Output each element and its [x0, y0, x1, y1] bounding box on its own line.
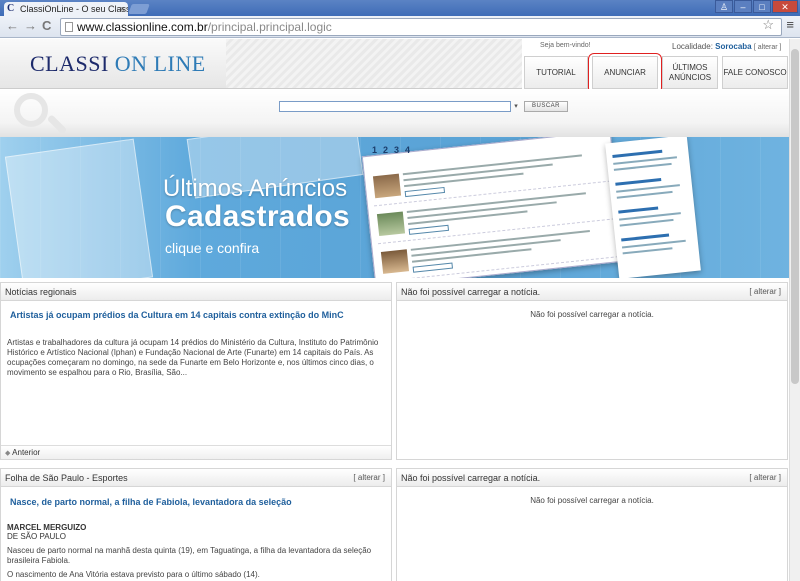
- banner-title-line1: Últimos Anúncios: [163, 175, 348, 202]
- pager-4[interactable]: 4: [405, 145, 410, 155]
- page-viewport: CLASSI ON LINE Seja bem-vindo! Localidad…: [0, 39, 789, 581]
- menu-fale-label: FALE CONOSCO: [723, 67, 787, 77]
- menu-ultimos-anuncios[interactable]: ÚLTIMOS ANÚNCIOS: [662, 56, 718, 89]
- anunciar-highlight-annotation: [588, 53, 662, 94]
- panel-header: Folha de São Paulo - Esportes: [1, 469, 391, 487]
- url-path: /principal.principal.logic: [207, 20, 332, 34]
- news-panel-bottom-right: Não foi possível carregar a notícia. [ a…: [396, 468, 788, 581]
- menu-ultimos-line2: ANÚNCIOS: [668, 72, 712, 82]
- browser-toolbar: ← → C www.classionline.com.br/principal.…: [0, 16, 800, 38]
- menu-tutorial-label: TUTORIAL: [536, 67, 576, 77]
- article-author: MARCEL MERGUIZO: [7, 523, 87, 532]
- site-header: CLASSI ON LINE Seja bem-vindo! Localidad…: [0, 39, 789, 94]
- pager-2[interactable]: 2: [383, 145, 388, 155]
- preview-link: [404, 186, 446, 198]
- page-icon: [65, 22, 73, 32]
- pager-3[interactable]: 3: [394, 145, 399, 155]
- preview-heading: [618, 206, 659, 214]
- banner-sidebar-preview: [605, 137, 701, 278]
- preview-thumb: [380, 249, 410, 274]
- menu-ultimos-line1: ÚLTIMOS: [672, 62, 708, 72]
- address-bar[interactable]: www.classionline.com.br/principal.princi…: [60, 18, 782, 36]
- news-headline-link[interactable]: Artistas já ocupam prédios da Cultura em…: [10, 310, 344, 320]
- regional-news-panel: Notícias regionais Artistas já ocupam pr…: [0, 282, 392, 460]
- bookmark-star-icon[interactable]: ☆: [762, 17, 774, 33]
- panel-alter-link[interactable]: [ alterar ]: [749, 469, 781, 487]
- preview-line: [622, 247, 673, 255]
- banner-paper-decoration: [4, 138, 154, 278]
- search-button[interactable]: BUSCAR: [524, 101, 568, 112]
- back-icon[interactable]: ←: [6, 18, 19, 33]
- previous-link[interactable]: Anterior: [12, 448, 40, 457]
- banner-title-line2: Cadastrados: [165, 200, 351, 233]
- reload-icon[interactable]: C: [42, 18, 51, 33]
- window-controls: ♙ – □ ✕: [714, 0, 798, 13]
- preview-heading: [621, 233, 670, 242]
- locality-change-link[interactable]: [ alterar ]: [754, 44, 782, 51]
- preview-link: [408, 224, 450, 235]
- browser-titlebar: C ClassiOnLine - O seu Classifi × ♙ – □ …: [0, 0, 800, 16]
- preview-thumb: [376, 211, 406, 237]
- browser-tab[interactable]: C ClassiOnLine - O seu Classifi ×: [4, 2, 128, 16]
- prev-icon: ◆: [5, 450, 11, 457]
- news-panel-top-right: Não foi possível carregar a notícia. [ a…: [396, 282, 788, 460]
- logo-area[interactable]: CLASSI ON LINE: [0, 39, 226, 89]
- browser-menu-icon[interactable]: ≡: [786, 17, 794, 32]
- locality-label: Localidade:: [672, 42, 713, 51]
- logo-classi: CLASSI: [30, 51, 109, 76]
- forward-icon[interactable]: →: [24, 18, 37, 33]
- menu-tutorial[interactable]: TUTORIAL: [524, 56, 588, 89]
- header-pattern: [226, 39, 522, 89]
- banner-subtitle: clique e confira: [165, 240, 260, 256]
- user-icon[interactable]: ♙: [715, 0, 733, 13]
- tab-close-icon[interactable]: ×: [120, 2, 125, 16]
- preview-line: [619, 218, 674, 227]
- preview-link: [412, 262, 454, 273]
- url-host: www.classionline.com.br: [77, 20, 208, 34]
- news-body: Artistas e trabalhadores da cultura já o…: [7, 338, 379, 377]
- favicon-icon: C: [7, 3, 15, 14]
- search-band: [0, 89, 789, 137]
- error-message: Não foi possível carregar a notícia.: [530, 496, 654, 505]
- site-logo[interactable]: CLASSI ON LINE: [30, 51, 206, 77]
- banner-listing-preview: [361, 137, 625, 278]
- scrollbar-thumb[interactable]: [791, 49, 799, 384]
- tab-title: ClassiOnLine - O seu Classifi: [20, 4, 128, 14]
- latest-ads-banner[interactable]: 1234 Últimos Anúncios Cadastrados clique…: [0, 137, 789, 278]
- preview-line: [613, 162, 672, 171]
- locality: Localidade: Sorocaba [ alterar ]: [672, 42, 781, 51]
- maximize-button[interactable]: □: [753, 0, 771, 13]
- menu-fale-conosco[interactable]: FALE CONOSCO: [722, 56, 788, 89]
- page-scrollbar[interactable]: [789, 39, 800, 581]
- article-author-location: DE SÃO PAULO: [7, 532, 66, 541]
- preview-heading: [615, 178, 662, 186]
- new-tab-button[interactable]: [128, 4, 150, 14]
- preview-thumb: [372, 173, 402, 199]
- preview-line: [621, 239, 686, 249]
- panel-header: Não foi possível carregar a notícia.: [397, 283, 787, 301]
- banner-pager: 1234: [372, 145, 416, 155]
- panel-footer: ◆ Anterior: [1, 445, 391, 459]
- error-message: Não foi possível carregar a notícia.: [530, 310, 654, 319]
- minimize-button[interactable]: –: [734, 0, 752, 13]
- folha-news-panel: Folha de São Paulo - Esportes [ alterar …: [0, 468, 392, 581]
- panel-header: Não foi possível carregar a notícia.: [397, 469, 787, 487]
- search-input[interactable]: [279, 101, 511, 112]
- news-headline-link[interactable]: Nasce, de parto normal, a filha de Fabio…: [10, 497, 292, 507]
- panel-header: Notícias regionais: [1, 283, 391, 301]
- preview-line: [616, 190, 673, 199]
- search-dropdown-icon[interactable]: ▾: [511, 101, 521, 112]
- close-window-button[interactable]: ✕: [772, 0, 798, 13]
- pager-1[interactable]: 1: [372, 145, 377, 155]
- preview-heading: [612, 149, 663, 158]
- logo-online: ON LINE: [114, 51, 206, 76]
- welcome-text: Seja bem-vindo!: [540, 42, 591, 49]
- news-body: Nasceu de parto normal na manhã desta qu…: [7, 546, 372, 565]
- locality-city: Sorocaba: [715, 42, 752, 51]
- panel-alter-link[interactable]: [ alterar ]: [353, 469, 385, 487]
- news-body: O nascimento de Ana Vitória estava previ…: [7, 570, 260, 579]
- preview-line: [402, 154, 582, 176]
- magnifier-decoration-icon: [14, 93, 48, 127]
- panel-alter-link[interactable]: [ alterar ]: [749, 283, 781, 301]
